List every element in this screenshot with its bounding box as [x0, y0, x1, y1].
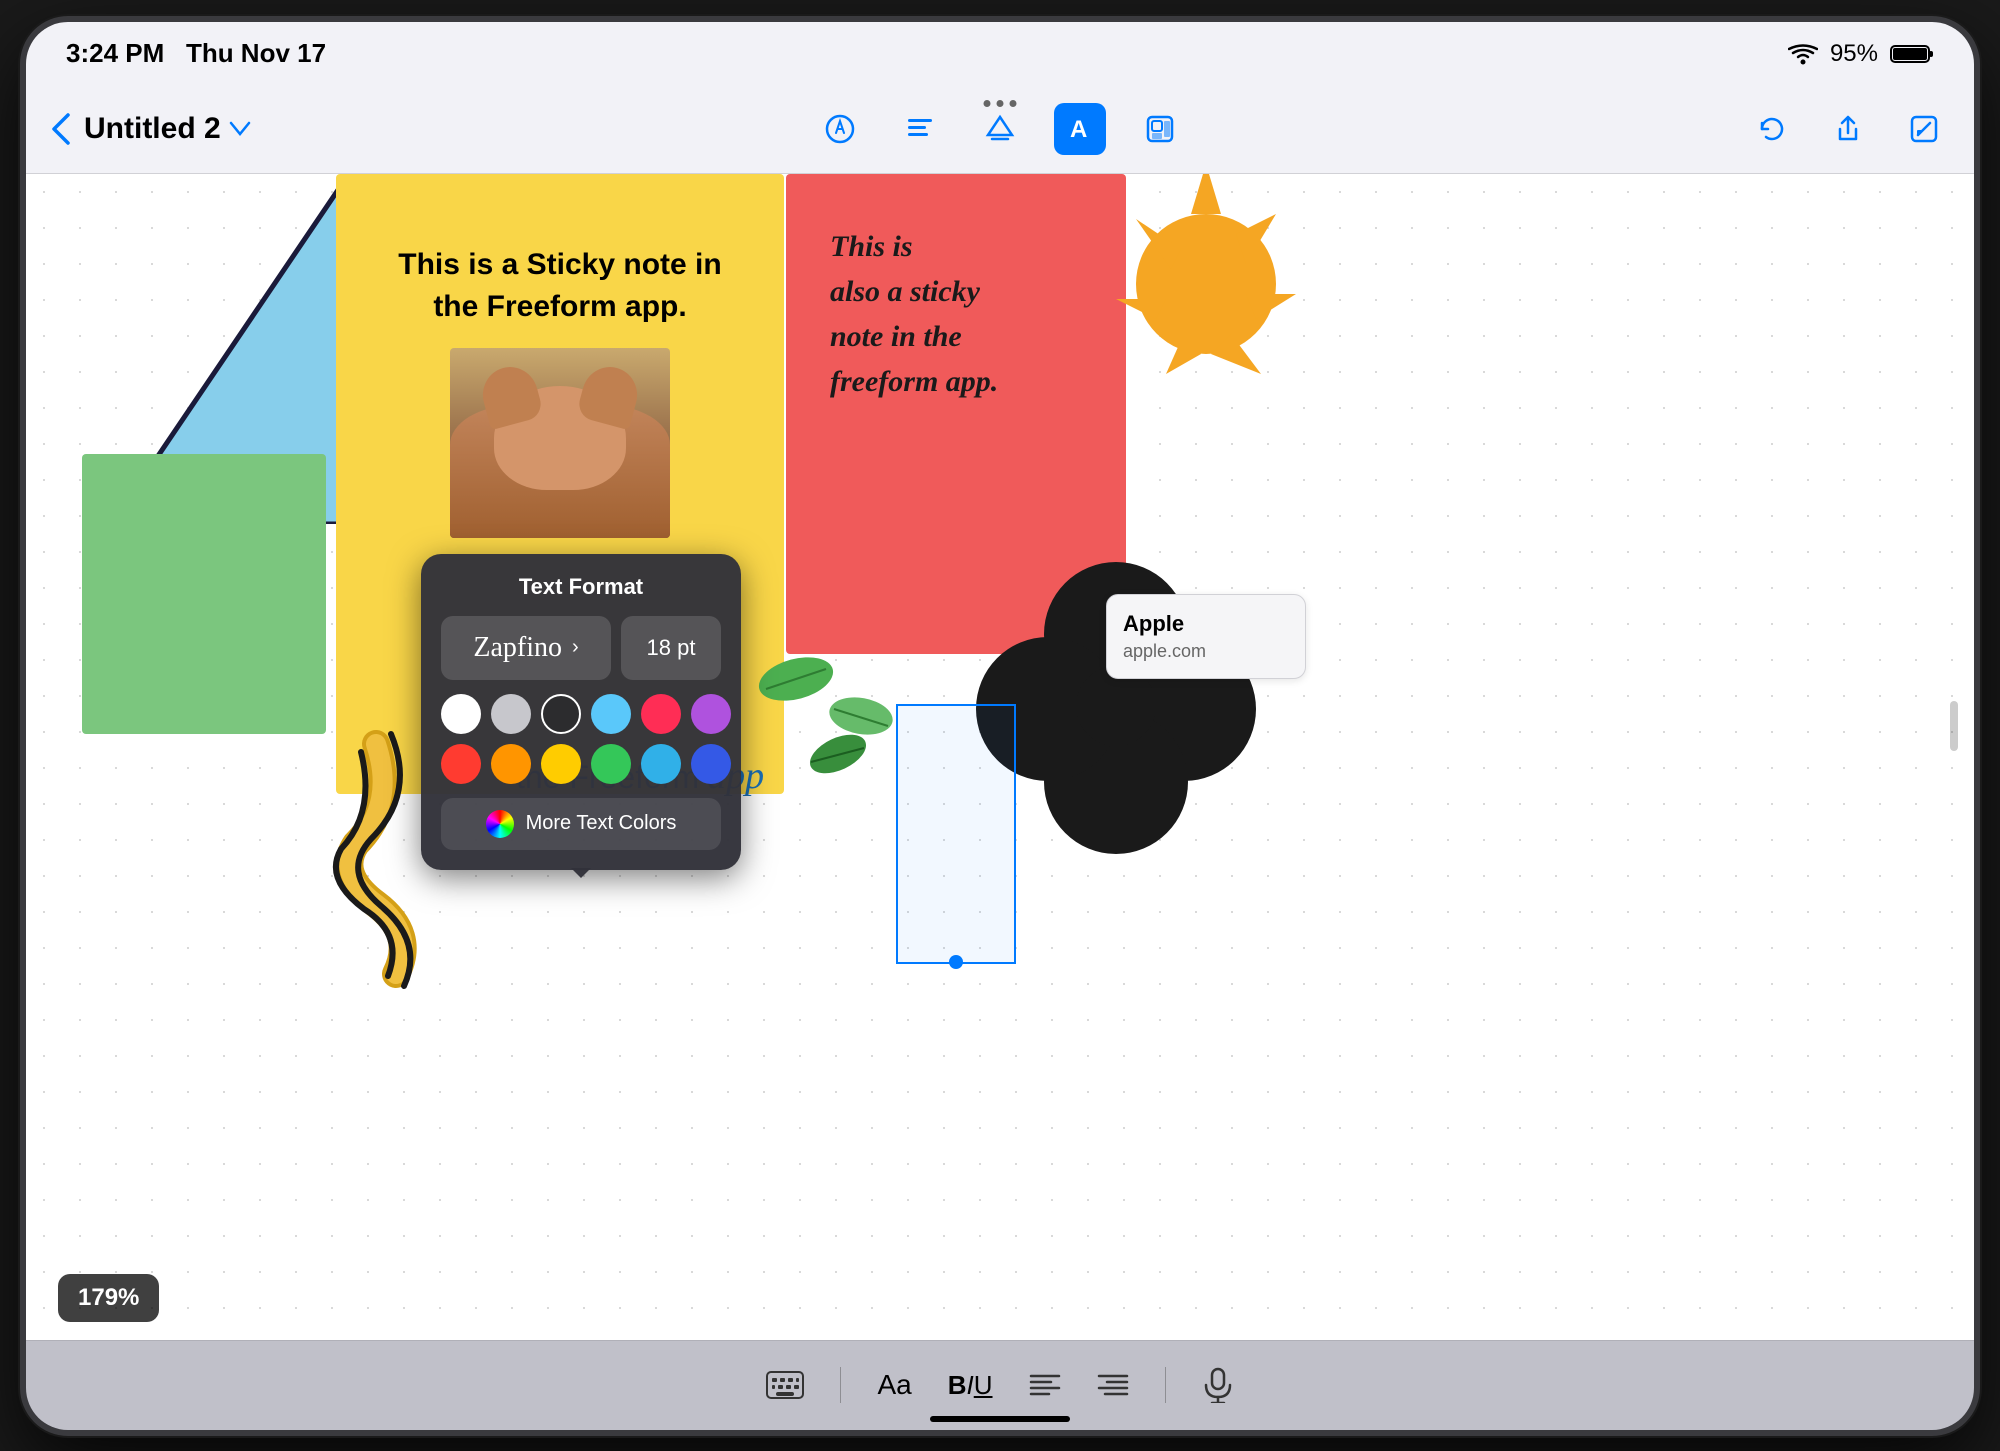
wifi-icon — [1788, 43, 1818, 65]
share-button[interactable] — [1822, 103, 1874, 155]
font-chevron-icon: › — [572, 636, 579, 659]
font-picker-button[interactable]: Zapfino › — [441, 616, 611, 680]
align-left-button[interactable] — [1029, 1371, 1061, 1399]
selection-box — [896, 704, 1016, 964]
color-white[interactable] — [441, 694, 481, 734]
keyboard-button[interactable] — [766, 1371, 804, 1399]
shapes-icon — [984, 113, 1016, 145]
divider-1 — [840, 1367, 841, 1403]
media-icon — [1144, 113, 1176, 145]
pencil-icon — [824, 113, 856, 145]
status-right: 95% — [1788, 40, 1934, 68]
font-size-button[interactable]: 18 pt — [621, 616, 721, 680]
color-green[interactable] — [591, 744, 631, 784]
biu-label: BIU — [948, 1370, 993, 1401]
ipad-device: 3:24 PM Thu Nov 17 95% — [20, 16, 1980, 1436]
keyboard-icon — [766, 1371, 804, 1399]
text-format-font-row: Zapfino › 18 pt — [441, 616, 721, 680]
edit-button[interactable] — [1898, 103, 1950, 155]
selection-handle[interactable] — [949, 955, 963, 969]
text-icon — [904, 113, 936, 145]
status-bar: 3:24 PM Thu Nov 17 95% — [26, 22, 1974, 86]
align-right-button[interactable] — [1097, 1371, 1129, 1399]
shapes-tool-button[interactable] — [974, 103, 1026, 155]
rainbow-icon — [486, 810, 514, 838]
home-indicator — [930, 1416, 1070, 1422]
apple-link-card[interactable]: Apple apple.com — [1106, 594, 1306, 679]
battery-level: 95% — [1830, 40, 1878, 68]
sun-element — [1106, 174, 1306, 414]
toolbar: Untitled 2 — [26, 86, 1974, 174]
pencil-tool-button[interactable] — [814, 103, 866, 155]
color-teal[interactable] — [591, 694, 631, 734]
font-name-label: Zapfino — [473, 632, 562, 664]
zoom-indicator: 179% — [58, 1274, 159, 1322]
divider-2 — [1165, 1367, 1166, 1403]
color-purple[interactable] — [691, 694, 731, 734]
media-tool-button[interactable] — [1134, 103, 1186, 155]
canvas-area[interactable]: This is a Sticky note in the Freeform ap… — [26, 174, 1974, 1340]
text-format-icon: A — [1064, 113, 1096, 145]
share-icon — [1832, 113, 1864, 145]
more-colors-button[interactable]: More Text Colors — [441, 798, 721, 850]
color-dark[interactable] — [541, 694, 581, 734]
font-size-bar-button[interactable]: Aa — [877, 1369, 911, 1401]
apple-card-url: apple.com — [1123, 641, 1289, 662]
history-icon — [1756, 113, 1788, 145]
history-button[interactable] — [1746, 103, 1798, 155]
document-title[interactable]: Untitled 2 — [84, 112, 251, 146]
edit-icon — [1908, 113, 1940, 145]
color-blue[interactable] — [641, 744, 681, 784]
color-grid — [441, 694, 721, 784]
right-scroll-indicator — [1950, 701, 1958, 751]
red-sticky-text: This isalso a stickynote in thefree­form… — [810, 204, 1102, 424]
text-format-title: Text Format — [441, 574, 721, 600]
color-indigo[interactable] — [691, 744, 731, 784]
apple-card-title: Apple — [1123, 611, 1289, 637]
toolbar-right — [1746, 103, 1950, 155]
back-chevron-icon — [50, 111, 72, 147]
text-format-tool-button[interactable]: A — [1054, 103, 1106, 155]
align-left-icon — [1029, 1371, 1061, 1399]
align-right-icon — [1097, 1371, 1129, 1399]
color-red[interactable] — [441, 744, 481, 784]
leaf-1 — [756, 654, 836, 709]
bold-italic-underline-button[interactable]: BIU — [948, 1370, 993, 1401]
color-yellow[interactable] — [541, 744, 581, 784]
mic-icon — [1202, 1367, 1234, 1403]
yellow-sticky-text: This is a Sticky note in the Freeform ap… — [366, 214, 754, 328]
color-light-gray[interactable] — [491, 694, 531, 734]
svg-text:A: A — [1070, 116, 1087, 143]
mic-button[interactable] — [1202, 1367, 1234, 1403]
sticky-photo — [450, 348, 670, 538]
color-orange[interactable] — [491, 744, 531, 784]
text-tool-button[interactable] — [894, 103, 946, 155]
more-colors-label: More Text Colors — [526, 812, 677, 835]
font-size-label: Aa — [877, 1369, 911, 1401]
color-pink[interactable] — [641, 694, 681, 734]
leaf-3 — [806, 734, 871, 779]
title-chevron-icon — [229, 121, 251, 137]
green-rectangle — [82, 454, 326, 734]
back-button[interactable] — [50, 111, 72, 147]
text-format-popup: Text Format Zapfino › 18 pt — [421, 554, 741, 870]
toolbar-center: A — [814, 103, 1186, 155]
battery-icon — [1890, 43, 1934, 65]
status-time: 3:24 PM Thu Nov 17 — [66, 38, 326, 69]
